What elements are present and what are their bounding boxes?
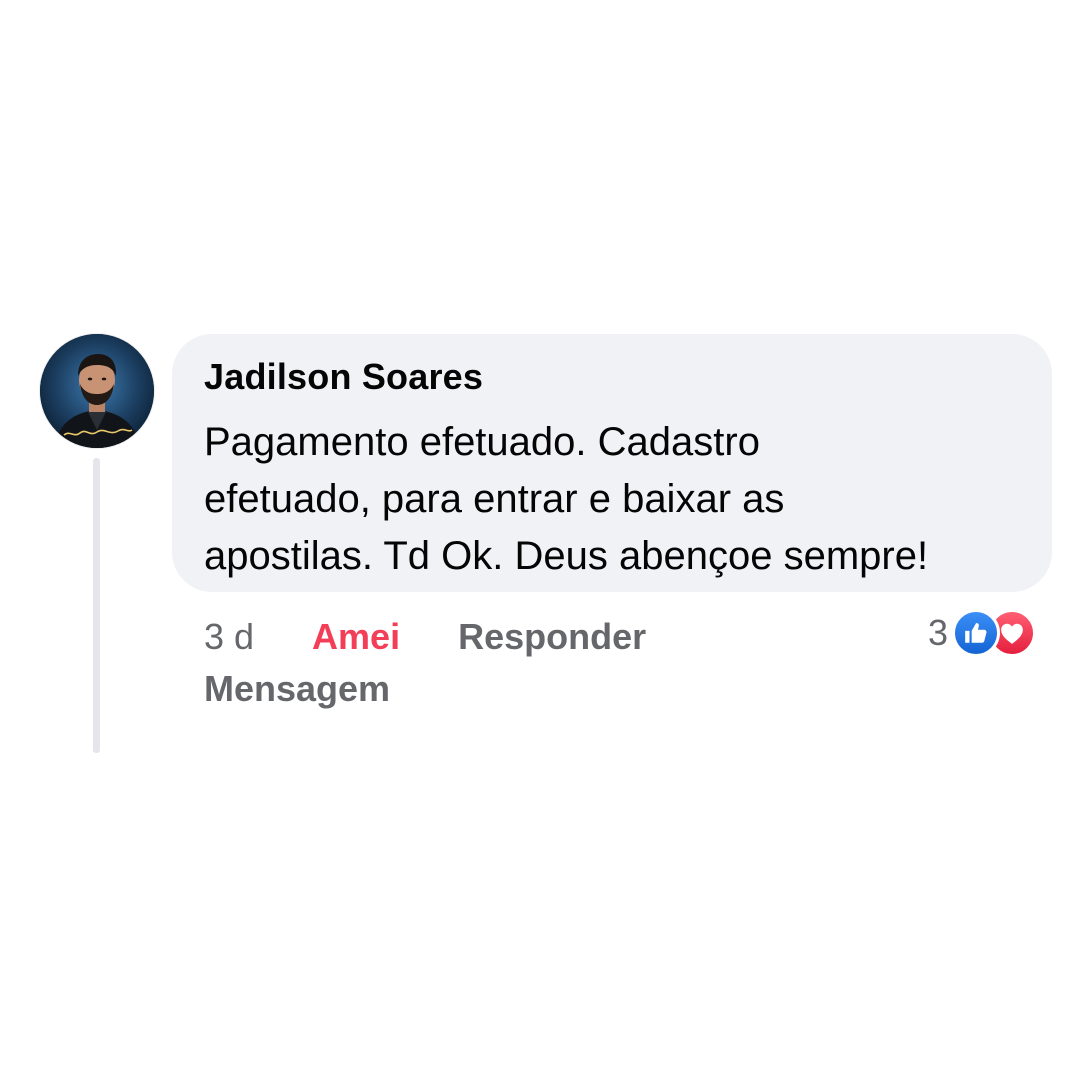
comment-timestamp[interactable]: 3 d [204,616,254,658]
comment-text-line: apostilas. Td Ok. Deus abençoe sempre! [204,534,929,578]
like-icon [952,609,1001,657]
react-button[interactable]: Amei [312,616,400,658]
avatar-photo [40,334,154,448]
avatar[interactable] [40,334,154,448]
message-button[interactable]: Mensagem [204,668,390,710]
comment-bubble: Jadilson Soares Pagamento efetuado. Cada… [172,334,1052,592]
comment-text-line: efetuado, para entrar e baixar as [204,477,785,521]
reaction-summary[interactable]: 3 [928,609,1037,657]
comment-thread: Jadilson Soares Pagamento efetuado. Cada… [0,0,1080,1080]
comment-author[interactable]: Jadilson Soares [204,356,1022,398]
comment-actions: 3 d Amei Responder [204,612,646,662]
comment-text-line: Pagamento efetuado. Cadastro [204,420,760,464]
comment-text: Pagamento efetuado. Cadastro efetuado, p… [204,414,1024,585]
reaction-count: 3 [928,612,949,653]
reply-button[interactable]: Responder [458,616,646,658]
thread-line [93,458,100,753]
